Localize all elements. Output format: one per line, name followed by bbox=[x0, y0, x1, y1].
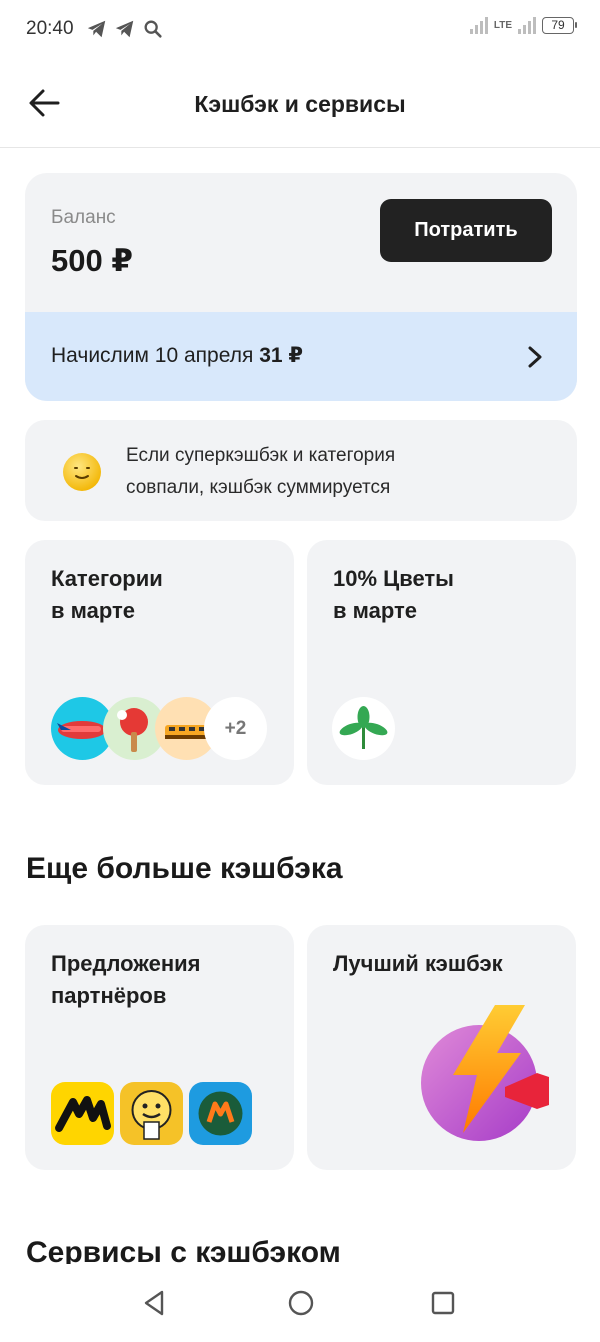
network-type: LTE bbox=[493, 19, 512, 31]
page-title: Кэшбэк и сервисы bbox=[194, 91, 406, 117]
system-nav-bar bbox=[0, 1264, 600, 1342]
telegram-icon bbox=[87, 20, 106, 38]
spend-button[interactable]: Потратить bbox=[380, 199, 552, 262]
lightning-coin-icon bbox=[421, 1005, 549, 1141]
flowers-card[interactable]: 10% Цветы в марте bbox=[307, 540, 576, 785]
accrual-row[interactable]: Начислим 10 апреля 31 ₽ bbox=[25, 312, 577, 401]
telegram-icon bbox=[115, 20, 134, 38]
nav-home-icon[interactable] bbox=[286, 1288, 316, 1318]
status-bar: 20:40 LTE 79 bbox=[0, 0, 600, 58]
status-time: 20:40 bbox=[26, 18, 74, 39]
balance-card: Баланс 500 ₽ Потратить Начислим 10 апрел… bbox=[25, 173, 577, 401]
balance-label: Баланс bbox=[51, 207, 116, 228]
info-line-1: Если суперкэшбэк и категория bbox=[126, 445, 396, 466]
nav-back-icon[interactable] bbox=[140, 1288, 170, 1318]
info-line-2: совпали, кэшбэк суммируется bbox=[126, 477, 391, 498]
flowers-title-line1: 10% Цветы bbox=[333, 566, 454, 591]
partners-title: Предложения партнёров bbox=[51, 948, 200, 1012]
partner-logo-vkusno bbox=[189, 1082, 252, 1145]
search-icon bbox=[144, 20, 162, 38]
balance-value: 500 ₽ bbox=[51, 243, 133, 278]
partners-title-line2: партнёров bbox=[51, 983, 167, 1008]
chevron-right-icon bbox=[528, 346, 542, 368]
status-indicators: LTE 79 bbox=[469, 16, 577, 34]
flowers-title-line2: в марте bbox=[333, 598, 418, 623]
categories-title-line2: в марте bbox=[51, 598, 136, 623]
accrual-amount: 31 ₽ bbox=[259, 344, 303, 367]
signal-icon bbox=[469, 16, 488, 34]
categories-card[interactable]: Категории в марте +2 bbox=[25, 540, 294, 785]
battery-icon: 79 bbox=[542, 16, 577, 34]
services-heading: Сервисы с кэшбэком bbox=[26, 1236, 341, 1264]
more-cashback-heading: Еще больше кэшбэка bbox=[26, 852, 343, 885]
best-cashback-card[interactable]: Лучший кэшбэк bbox=[307, 925, 576, 1170]
flowers-title: 10% Цветы в марте bbox=[333, 563, 454, 627]
signal-icon bbox=[518, 16, 536, 34]
categories-title: Категории в марте bbox=[51, 563, 163, 627]
nav-recents-icon[interactable] bbox=[428, 1288, 458, 1318]
categories-title-line1: Категории bbox=[51, 566, 163, 591]
flower-category-icon bbox=[332, 697, 395, 760]
accrual-text: Начислим 10 апреля 31 ₽ bbox=[51, 343, 303, 368]
best-cashback-title: Лучший кэшбэк bbox=[333, 951, 503, 976]
more-categories-badge: +2 bbox=[204, 697, 267, 760]
accrual-date: Начислим 10 апреля bbox=[51, 344, 260, 367]
top-app-bar: Кэшбэк и сервисы bbox=[0, 58, 600, 148]
cashback-info-card: Если суперкэшбэк и категория совпали, кэ… bbox=[25, 420, 577, 521]
partners-card[interactable]: Предложения партнёров bbox=[25, 925, 294, 1170]
partners-title-line1: Предложения bbox=[51, 951, 201, 976]
cashback-info-text: Если суперкэшбэк и категория совпали, кэ… bbox=[126, 440, 395, 504]
smiley-icon bbox=[63, 453, 101, 491]
partner-logo-market bbox=[51, 1082, 114, 1145]
partner-logo-receipt bbox=[120, 1082, 183, 1145]
